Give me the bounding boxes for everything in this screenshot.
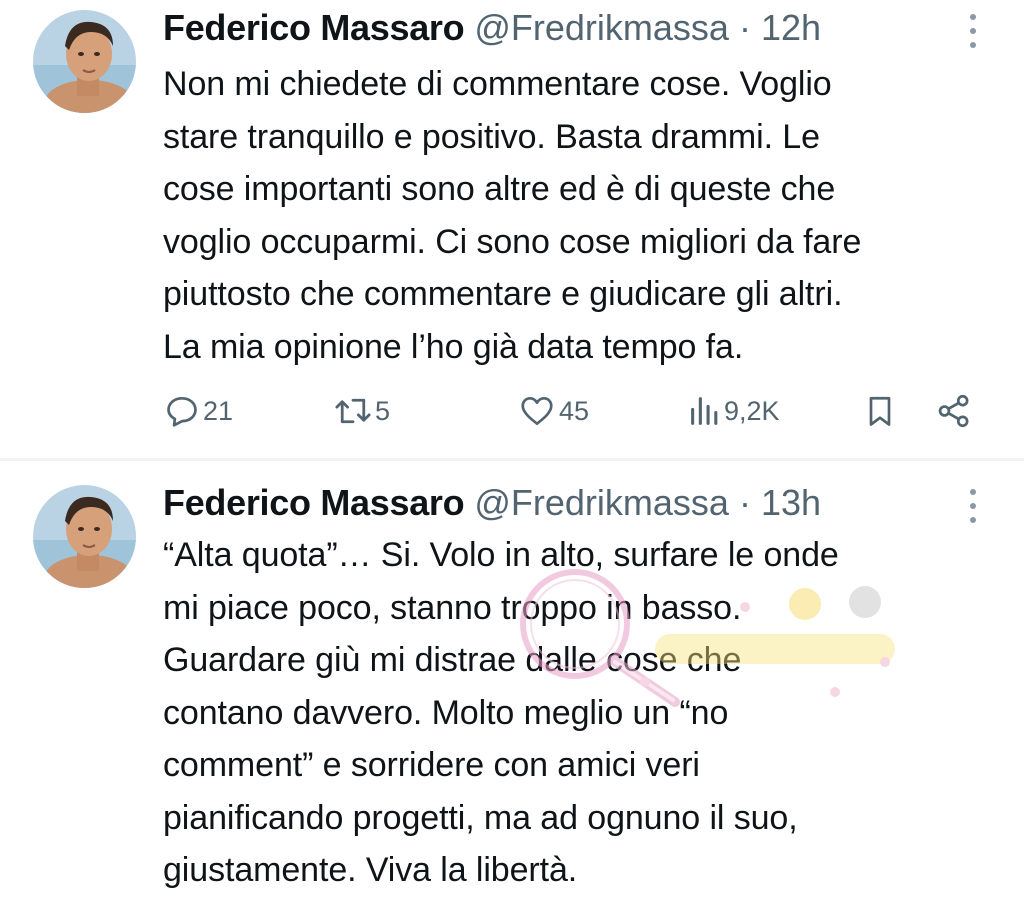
heart-outline-icon <box>517 392 557 430</box>
share-nodes-icon <box>935 392 973 430</box>
author-name[interactable]: Federico Massaro <box>163 482 465 523</box>
bookmark-icon <box>862 392 898 430</box>
retweet-button[interactable]: 5 <box>333 388 390 434</box>
comment-bubble-icon <box>163 392 201 430</box>
avatar[interactable] <box>33 485 136 588</box>
timestamp[interactable]: 12h <box>761 7 821 48</box>
retweet-arrows-icon <box>333 392 373 430</box>
author-name[interactable]: Federico Massaro <box>163 7 465 48</box>
like-button[interactable]: 45 <box>517 388 589 434</box>
vertical-dots-icon[interactable] <box>968 14 978 48</box>
views-button[interactable]: 9,2K <box>688 388 780 434</box>
reply-button[interactable]: 21 <box>163 388 233 434</box>
author-handle[interactable]: @Fredrikmassa <box>474 7 729 48</box>
retweet-count: 5 <box>375 395 391 426</box>
share-button[interactable] <box>935 388 973 434</box>
tweet-actions: 21 5 45 9,2K <box>163 388 983 434</box>
tweet-header: Federico Massaro @Fredrikmassa · 13h <box>163 483 821 523</box>
tweet-header: Federico Massaro @Fredrikmassa · 12h <box>163 8 821 48</box>
bar-chart-icon <box>688 392 722 430</box>
author-handle[interactable]: @Fredrikmassa <box>474 482 729 523</box>
tweet-text: Non mi chiedete di commentare cose. Vogl… <box>163 65 862 366</box>
tweet-text: “Alta quota”… Si. Volo in alto, surfare … <box>163 536 839 889</box>
vertical-dots-icon[interactable] <box>968 489 978 523</box>
tweet-2[interactable]: Federico Massaro @Fredrikmassa · 13h “Al… <box>0 461 1024 891</box>
reply-count: 21 <box>203 395 234 426</box>
separator-dot: · <box>738 7 751 48</box>
separator-dot: · <box>738 482 751 523</box>
avatar[interactable] <box>33 10 136 113</box>
views-count: 9,2K <box>724 395 780 426</box>
tweet-1[interactable]: Federico Massaro @Fredrikmassa · 12h Non… <box>0 0 1024 458</box>
timestamp[interactable]: 13h <box>761 482 821 523</box>
bookmark-button[interactable] <box>862 388 898 434</box>
like-count: 45 <box>559 395 590 426</box>
